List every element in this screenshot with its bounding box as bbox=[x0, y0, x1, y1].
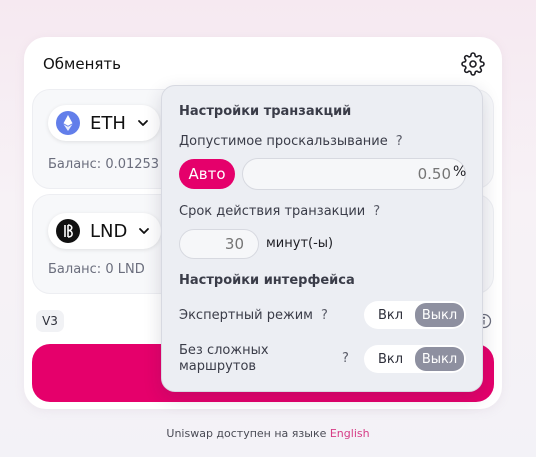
slippage-input[interactable] bbox=[242, 158, 466, 190]
expert-mode-label-text: Экспертный режим bbox=[179, 308, 313, 323]
slippage-unit: % bbox=[453, 164, 467, 180]
lnd-icon bbox=[56, 219, 80, 243]
deadline-label: Срок действия транзакции? bbox=[179, 204, 380, 219]
gear-icon[interactable] bbox=[461, 52, 485, 76]
input-token-symbol: ETH bbox=[90, 112, 126, 134]
chevron-down-icon bbox=[139, 228, 150, 234]
help-icon[interactable]: ? bbox=[321, 308, 328, 323]
slippage-label-text: Допустимое проскальзывание bbox=[179, 134, 388, 149]
version-badge: V3 bbox=[36, 310, 64, 332]
multihop-toggle[interactable]: Вкл Выкл bbox=[364, 345, 466, 373]
expert-mode-toggle[interactable]: Вкл Выкл bbox=[364, 301, 466, 329]
expert-mode-off[interactable]: Выкл bbox=[415, 303, 464, 327]
input-token-selector[interactable]: ETH bbox=[48, 105, 160, 141]
language-footer: Uniswap доступен на языке English bbox=[0, 427, 536, 440]
page-title: Обменять bbox=[43, 55, 122, 73]
slippage-label: Допустимое проскальзывание? bbox=[179, 134, 403, 149]
multihop-label-line2: маршрутов bbox=[179, 359, 257, 374]
slippage-auto-button[interactable]: Авто bbox=[179, 159, 235, 189]
transaction-settings-heading: Настройки транзакций bbox=[179, 104, 352, 119]
help-icon[interactable]: ? bbox=[373, 204, 380, 219]
help-icon[interactable]: ? bbox=[396, 134, 403, 149]
help-icon[interactable]: ? bbox=[342, 351, 349, 366]
deadline-unit: минут(-ы) bbox=[266, 236, 334, 251]
expert-mode-label: Экспертный режим? bbox=[179, 308, 328, 323]
multihop-off[interactable]: Выкл bbox=[415, 347, 464, 371]
expert-mode-on[interactable]: Вкл bbox=[366, 303, 415, 327]
deadline-label-text: Срок действия транзакции bbox=[179, 204, 366, 219]
footer-text: Uniswap доступен на языке bbox=[166, 427, 327, 440]
settings-popover: Настройки транзакций Допустимое проскаль… bbox=[161, 85, 483, 392]
multihop-label-line1: Без сложных bbox=[179, 343, 269, 358]
input-token-balance: Баланс: 0.01253 bbox=[48, 157, 160, 172]
interface-settings-heading: Настройки интерфейса bbox=[179, 273, 355, 288]
chevron-down-icon bbox=[138, 120, 148, 126]
output-token-symbol: LND bbox=[90, 220, 128, 242]
output-token-balance: Баланс: 0 LND bbox=[48, 262, 145, 277]
multihop-label: Без сложных маршрутов bbox=[179, 343, 269, 375]
language-link[interactable]: English bbox=[330, 427, 370, 440]
multihop-on[interactable]: Вкл bbox=[366, 347, 415, 371]
deadline-input[interactable] bbox=[179, 229, 259, 259]
eth-icon bbox=[56, 111, 80, 135]
output-token-selector[interactable]: LND bbox=[48, 213, 162, 249]
